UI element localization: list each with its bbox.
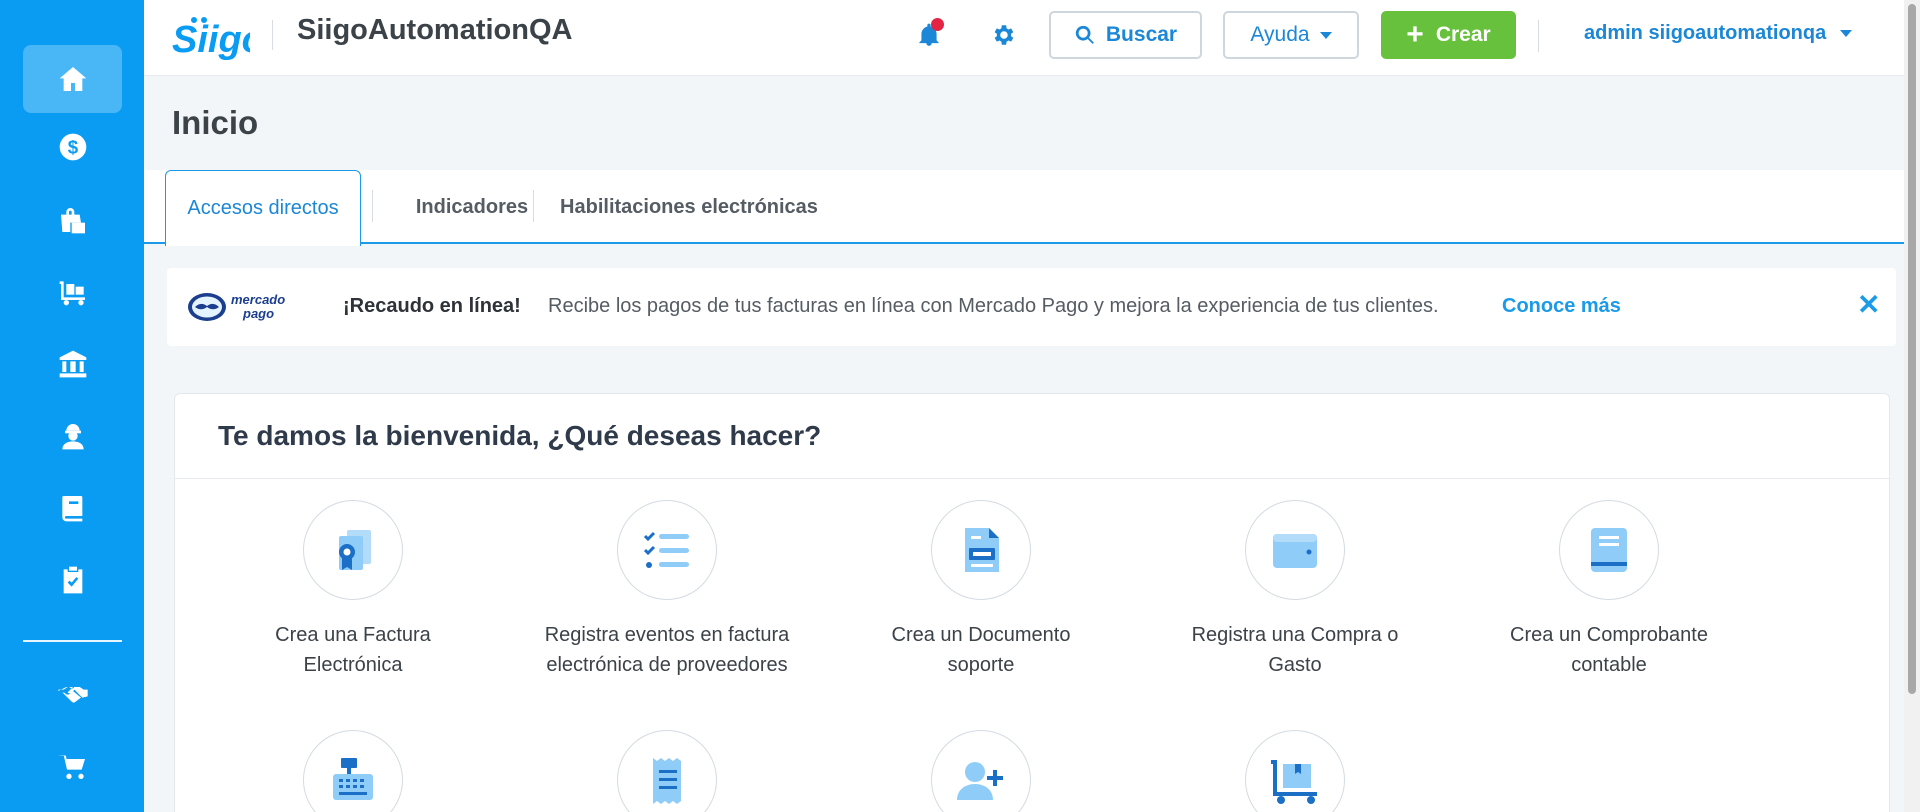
shopping-bag-icon[interactable] <box>23 186 122 254</box>
scrollbar-thumb[interactable] <box>1908 4 1916 694</box>
chevron-down-icon <box>1319 31 1332 39</box>
header-divider <box>1538 20 1539 52</box>
search-button[interactable]: Buscar <box>1049 11 1202 59</box>
inventory-cart-icon[interactable] <box>23 258 122 326</box>
book-icon[interactable] <box>23 474 122 542</box>
help-label: Ayuda <box>1250 23 1310 46</box>
help-dropdown[interactable]: Ayuda <box>1223 11 1359 59</box>
company-name: SiigoAutomationQA <box>297 14 573 46</box>
tab-separator <box>533 190 534 222</box>
voucher-book-icon <box>1591 528 1627 572</box>
action-electronic-invoice[interactable]: Crea una Factura Electrónica <box>223 500 483 680</box>
receipt-icon <box>653 758 681 804</box>
support-document-icon <box>965 528 999 572</box>
welcome-title: Te damos la bienvenida, ¿Qué deseas hace… <box>218 420 822 451</box>
action-label-line2: Electrónica <box>303 654 403 676</box>
action-label-line1: Crea un Comprobante <box>1510 624 1708 646</box>
create-button[interactable]: + Crear <box>1381 11 1516 59</box>
create-label: Crear <box>1435 23 1491 46</box>
action-add-contact[interactable] <box>851 730 1111 812</box>
settings-button[interactable] <box>986 18 1020 52</box>
dollar-icon[interactable]: $ <box>23 113 122 181</box>
action-label-line2: Gasto <box>1268 654 1322 676</box>
tab-separator <box>372 190 373 222</box>
gear-icon <box>994 25 1014 45</box>
svg-text:$: $ <box>67 137 78 158</box>
siigo-logo[interactable]: Siigo <box>170 10 265 61</box>
close-icon[interactable]: ✕ <box>1857 288 1880 321</box>
sidebar-divider <box>23 640 122 642</box>
action-label-line2: electrónica de proveedores <box>546 654 788 676</box>
top-header: Siigo SiigoAutomationQA Buscar Ayuda + C… <box>144 0 1920 76</box>
notification-badge <box>931 18 944 31</box>
sidebar: $ <box>0 0 144 812</box>
action-receipt[interactable] <box>537 730 797 812</box>
cash-register-icon <box>333 758 373 800</box>
banner-title: ¡Recaudo en línea! <box>343 295 521 317</box>
action-inventory[interactable] <box>1165 730 1425 812</box>
shopping-cart-icon[interactable] <box>23 733 122 801</box>
svg-text:Siigo: Siigo <box>172 19 250 60</box>
action-purchase-expense[interactable]: Registra una Compra o Gasto <box>1165 500 1425 680</box>
chevron-down-icon <box>1840 30 1853 37</box>
svg-text:pago: pago <box>242 306 274 321</box>
mercado-pago-logo: mercado pago <box>187 288 305 326</box>
handshake-icon[interactable] <box>23 661 122 729</box>
bank-icon[interactable] <box>23 330 122 398</box>
action-register-events[interactable]: Registra eventos en factura electrónica … <box>537 500 797 680</box>
action-label-line1: Crea un Documento <box>891 624 1071 646</box>
electronic-invoice-icon <box>339 530 371 570</box>
welcome-card: Te damos la bienvenida, ¿Qué deseas hace… <box>174 393 1890 812</box>
mercado-pago-banner: mercado pago ¡Recaudo en línea! Recibe l… <box>167 268 1896 346</box>
tab-accesos-directos[interactable]: Accesos directos <box>165 170 361 246</box>
employee-icon[interactable] <box>23 402 122 470</box>
action-support-document[interactable]: Crea un Documento soporte <box>851 500 1111 680</box>
add-user-icon <box>957 762 1003 800</box>
card-divider <box>175 478 1889 479</box>
tab-indicadores[interactable]: Indicadores <box>382 170 562 244</box>
action-label-line1: Crea una Factura <box>275 624 431 646</box>
page-scrollbar[interactable] <box>1904 0 1920 812</box>
notifications-button[interactable] <box>912 18 946 52</box>
wallet-icon <box>1273 534 1317 568</box>
user-menu[interactable]: admin siigoautomationqa <box>1584 22 1853 45</box>
inventory-cart-icon <box>1271 760 1317 804</box>
action-pos[interactable] <box>223 730 483 812</box>
logo-divider <box>272 20 273 50</box>
search-icon <box>1075 25 1094 44</box>
page-title: Inicio <box>172 104 259 141</box>
plus-icon: + <box>1406 18 1424 51</box>
user-name: admin siigoautomationqa <box>1584 22 1827 44</box>
home-icon[interactable] <box>23 45 122 113</box>
action-label-line2: contable <box>1571 654 1647 676</box>
learn-more-link[interactable]: Conoce más <box>1502 295 1621 318</box>
banner-text: Recibe los pagos de tus facturas en líne… <box>548 295 1439 317</box>
action-label-line1: Registra eventos en factura <box>544 624 790 646</box>
tab-habilitaciones[interactable]: Habilitaciones electrónicas <box>544 170 834 244</box>
action-label-line1: Registra una Compra o <box>1191 624 1399 646</box>
clipboard-check-icon[interactable] <box>23 546 122 614</box>
action-label-line2: soporte <box>947 654 1015 676</box>
tab-bar: Accesos directos Indicadores Habilitacio… <box>144 170 1904 246</box>
search-label: Buscar <box>1105 23 1178 46</box>
svg-text:mercado: mercado <box>231 292 285 307</box>
checklist-icon <box>643 531 689 568</box>
action-accounting-voucher[interactable]: Crea un Comprobante contable <box>1479 500 1739 680</box>
